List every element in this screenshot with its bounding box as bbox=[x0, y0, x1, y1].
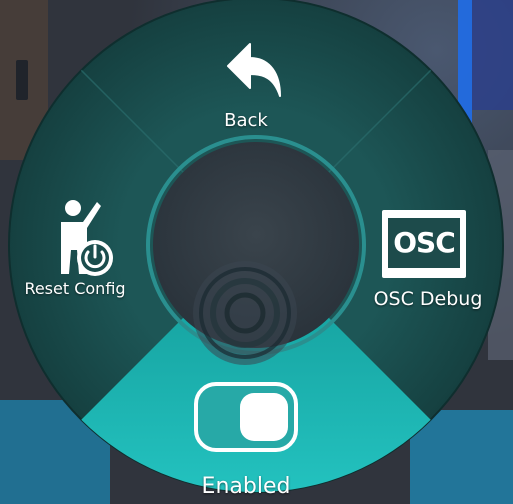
menu-item-osc-debug[interactable]: OSC OSC Debug bbox=[360, 200, 500, 320]
toggle-switch-icon bbox=[194, 382, 298, 452]
concentric-rings-icon bbox=[193, 261, 297, 365]
menu-item-osc-debug-label: OSC Debug bbox=[373, 288, 483, 310]
menu-item-reset-config-label: Reset Config bbox=[24, 279, 126, 298]
avatar-power-icon bbox=[61, 200, 113, 276]
menu-item-enabled[interactable]: Enabled bbox=[170, 378, 340, 502]
menu-item-back-label: Back bbox=[224, 110, 268, 131]
back-arrow-icon bbox=[227, 43, 281, 97]
menu-item-enabled-label: Enabled bbox=[201, 474, 291, 499]
vr-scene-background: Back OSC OSC Debug Reset Config Enabled bbox=[0, 0, 513, 504]
osc-icon: OSC bbox=[382, 210, 466, 278]
menu-item-reset-config[interactable]: Reset Config bbox=[18, 190, 138, 305]
menu-item-back[interactable]: Back bbox=[186, 30, 326, 140]
